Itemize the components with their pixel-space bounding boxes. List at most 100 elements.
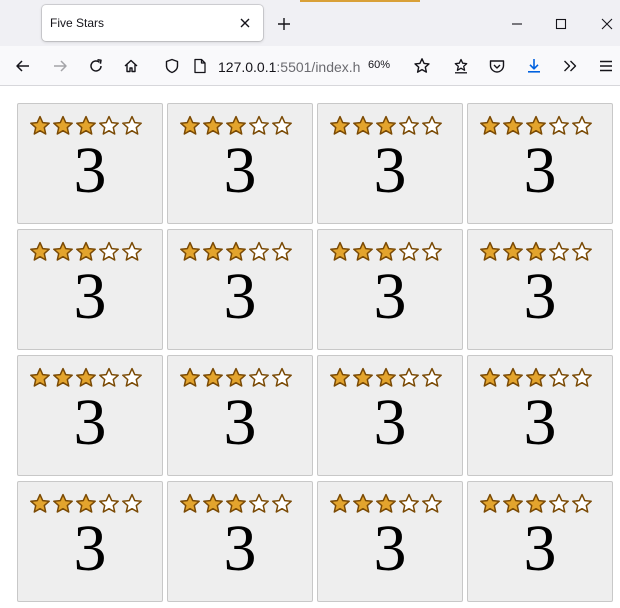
rating-number: 3 [73, 386, 107, 459]
rating-number: 3 [73, 260, 107, 333]
star-filled-icon [180, 115, 200, 135]
card-grid: 3 3 3 3 3 3 3 3 3 3 3 3 3 3 3 3 [17, 103, 613, 602]
star-filled-icon [353, 367, 373, 387]
star-filled-icon [330, 241, 350, 261]
rating-number: 3 [523, 260, 557, 333]
shield-icon [165, 58, 179, 74]
star-empty-icon [572, 367, 592, 387]
star-empty-icon [272, 367, 292, 387]
bookmark-page-button[interactable] [410, 54, 434, 78]
more-tools-button[interactable] [558, 54, 582, 78]
star-empty-icon [572, 115, 592, 135]
rating-card: 3 [17, 481, 163, 602]
rating-card: 3 [467, 355, 613, 476]
rating-number: 3 [223, 512, 257, 585]
app-menu-button[interactable] [594, 54, 618, 78]
star-filled-icon [330, 115, 350, 135]
rating-card: 3 [317, 355, 463, 476]
home-icon [124, 59, 138, 73]
star-filled-icon [180, 367, 200, 387]
tab-five-stars[interactable]: Five Stars [42, 5, 263, 41]
pocket-icon [489, 60, 505, 73]
hamburger-menu-icon [600, 60, 612, 72]
star-filled-icon [503, 241, 523, 261]
maximize-button[interactable] [550, 13, 572, 35]
back-button[interactable] [11, 54, 35, 78]
close-tab-icon[interactable] [235, 13, 255, 33]
star-filled-icon [330, 367, 350, 387]
minimize-icon [512, 23, 522, 25]
star-empty-icon [122, 367, 142, 387]
reload-icon [90, 59, 102, 72]
tab-title: Five Stars [50, 16, 105, 30]
star-filled-icon [503, 493, 523, 513]
star-filled-icon [353, 493, 373, 513]
star-filled-icon [53, 241, 73, 261]
star-filled-icon [180, 493, 200, 513]
forward-arrow-icon [54, 60, 67, 72]
star-filled-icon [203, 493, 223, 513]
star-filled-icon [203, 367, 223, 387]
star-empty-icon [272, 115, 292, 135]
star-filled-icon [480, 367, 500, 387]
star-filled-icon [30, 367, 50, 387]
rating-number: 3 [523, 386, 557, 459]
url-path: :5501/index.ht [276, 59, 360, 75]
rating-card: 3 [17, 229, 163, 350]
star-empty-icon [122, 493, 142, 513]
rating-card: 3 [17, 103, 163, 224]
star-filled-icon [480, 241, 500, 261]
star-filled-icon [503, 115, 523, 135]
downloads-button[interactable] [522, 54, 546, 78]
star-empty-icon [122, 115, 142, 135]
rating-card: 3 [317, 481, 463, 602]
tab-strip: Five Stars [0, 0, 620, 46]
back-arrow-icon [16, 60, 29, 72]
bookmarks-menu-button[interactable] [449, 54, 473, 78]
reload-button[interactable] [84, 54, 108, 78]
bookmark-star-icon [414, 58, 430, 73]
rating-card: 3 [467, 103, 613, 224]
star-filled-icon [53, 367, 73, 387]
rating-number: 3 [373, 386, 407, 459]
star-empty-icon [272, 493, 292, 513]
page-info-icon[interactable] [188, 54, 212, 78]
star-filled-icon [30, 493, 50, 513]
chevrons-right-icon [564, 60, 577, 72]
maximize-icon [555, 18, 567, 30]
tab-accent-line [300, 0, 420, 2]
star-empty-icon [572, 493, 592, 513]
star-empty-icon [122, 241, 142, 261]
star-empty-icon [422, 115, 442, 135]
zoom-level-badge[interactable]: 60% [368, 59, 390, 71]
minimize-button[interactable] [506, 13, 528, 35]
forward-button[interactable] [48, 54, 72, 78]
url-host: 127.0.0.1 [218, 59, 277, 75]
pocket-button[interactable] [485, 54, 509, 78]
address-bar[interactable]: 127.0.0.1:5501/index.ht [184, 51, 360, 81]
close-window-button[interactable] [596, 13, 618, 35]
home-button[interactable] [119, 54, 143, 78]
url-text[interactable]: 127.0.0.1:5501/index.ht [218, 59, 360, 75]
rating-card: 3 [167, 481, 313, 602]
rating-number: 3 [373, 512, 407, 585]
rating-card: 3 [167, 229, 313, 350]
star-filled-icon [330, 493, 350, 513]
page-content: 3 3 3 3 3 3 3 3 3 3 3 3 3 3 3 3 [0, 86, 620, 608]
rating-number: 3 [223, 386, 257, 459]
star-filled-icon [480, 115, 500, 135]
rating-card: 3 [317, 103, 463, 224]
rating-card: 3 [467, 229, 613, 350]
rating-card: 3 [167, 103, 313, 224]
rating-card: 3 [467, 481, 613, 602]
star-empty-icon [572, 241, 592, 261]
new-tab-button[interactable] [272, 12, 296, 36]
rating-number: 3 [373, 134, 407, 207]
star-empty-icon [422, 493, 442, 513]
close-window-icon [601, 18, 613, 30]
tracking-protection-button[interactable] [160, 54, 184, 78]
rating-card: 3 [17, 355, 163, 476]
rating-number: 3 [223, 134, 257, 207]
rating-card: 3 [167, 355, 313, 476]
star-filled-icon [203, 241, 223, 261]
